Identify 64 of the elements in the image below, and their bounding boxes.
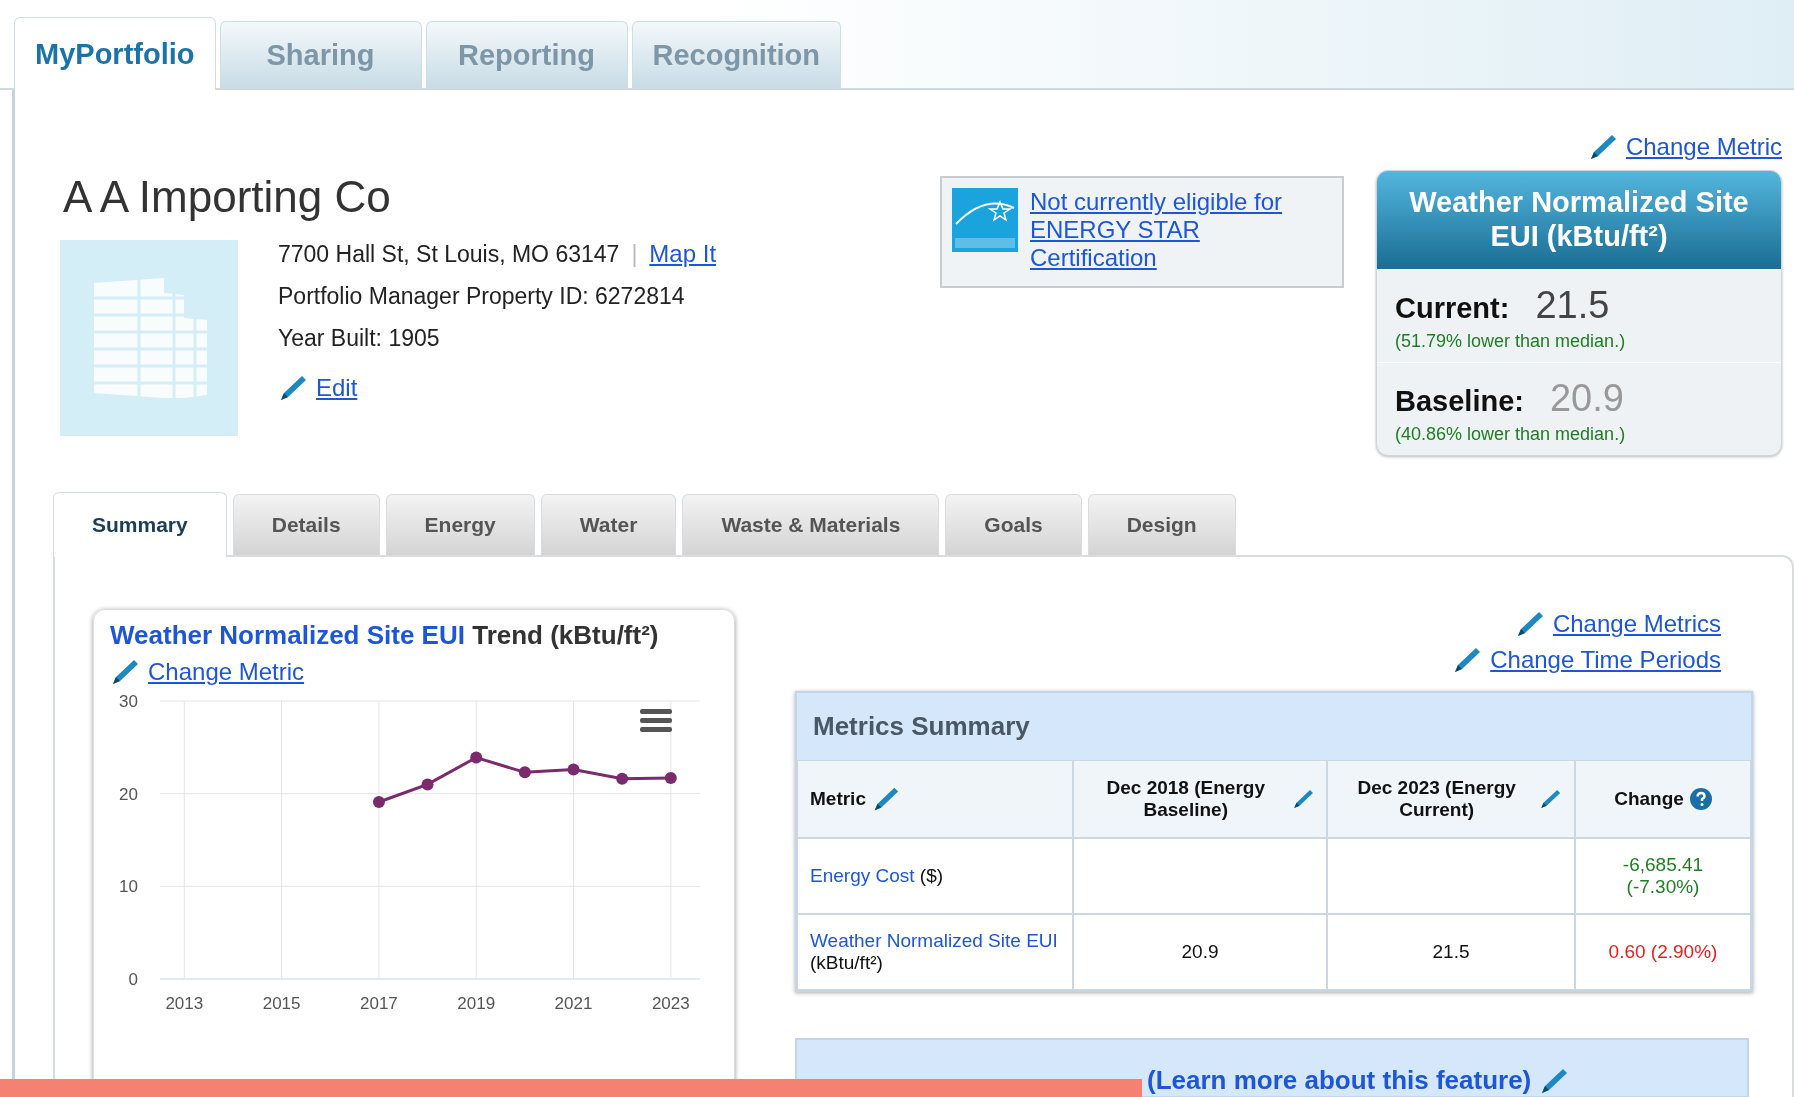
property-id-text: Portfolio Manager Property ID: 6272814	[278, 283, 686, 310]
change-link[interactable]: Change Time Periods	[1490, 646, 1721, 674]
baseline-value: 20.9	[1549, 377, 1624, 419]
address-text: 7700 Hall St, St Louis, MO 63147	[278, 241, 620, 267]
table-cell: Weather Normalized Site EUI (kBtu/ft²)	[797, 914, 1073, 990]
section-tab[interactable]: Water	[540, 494, 677, 555]
section-tab[interactable]: Energy	[385, 494, 535, 555]
table-title: Metrics Summary	[797, 693, 1751, 760]
pencil-icon	[1452, 645, 1483, 675]
column-header: Dec 2023 (Energy Current)	[1327, 760, 1575, 838]
pencil-icon	[1539, 1066, 1570, 1096]
property-name: A A Importing Co	[63, 172, 392, 222]
column-header: Metric	[797, 760, 1073, 838]
current-value: 21.5	[1535, 284, 1610, 326]
data-point	[664, 771, 677, 784]
data-point	[421, 778, 434, 791]
axis-label: 2019	[457, 994, 496, 1013]
map-link[interactable]: Map It	[649, 240, 717, 267]
data-point	[470, 751, 483, 764]
table-cell: 21.5	[1327, 914, 1575, 990]
help-icon[interactable]	[1689, 788, 1712, 810]
current-note: (51.79% lower than median.)	[1395, 331, 1627, 352]
panel-title: (Learn more about this feature)	[1147, 1065, 1532, 1096]
data-point	[372, 796, 385, 808]
section-tab[interactable]: Details	[232, 494, 380, 555]
table-cell: 0.60 (2.90%)	[1575, 914, 1751, 990]
change-metric-link[interactable]: Change Metric	[148, 658, 305, 686]
nav-tab[interactable]: MyPortfolio	[14, 17, 216, 90]
axis-label: 2017	[360, 994, 398, 1013]
section-tab[interactable]: Summary	[53, 492, 227, 557]
axis-label: 2023	[651, 994, 690, 1013]
year-built-text: Year Built: 1905	[278, 325, 441, 352]
separator: |	[631, 241, 638, 267]
menu-icon[interactable]	[640, 709, 672, 732]
baseline-note: (40.86% lower than median.)	[1395, 424, 1627, 445]
pencil-icon	[110, 657, 140, 687]
section-tab[interactable]: Design	[1087, 494, 1236, 555]
axis-label: 20	[119, 784, 138, 804]
section-tab[interactable]: Waste & Materials	[682, 494, 940, 555]
current-label: Current:	[1395, 292, 1510, 324]
pencil-icon	[278, 373, 308, 403]
section-tab[interactable]: Goals	[945, 494, 1082, 555]
axis-label: 10	[119, 877, 138, 897]
data-point	[518, 766, 531, 779]
axis-label: 0	[128, 970, 138, 989]
certification-link[interactable]: Not currently eligible for ENERGY STAR Certification	[1030, 188, 1300, 276]
baseline-label: Baseline:	[1395, 385, 1524, 417]
energy-star-logo	[952, 188, 1018, 252]
table-cell: Energy Cost ($)	[797, 838, 1073, 914]
table-cell: 20.9	[1073, 914, 1327, 990]
data-point	[567, 763, 580, 776]
column-header: Change	[1575, 760, 1751, 838]
change-metric-link[interactable]: Change Metric	[1625, 133, 1782, 161]
axis-label: 2013	[165, 994, 204, 1013]
axis-label: 2015	[262, 994, 301, 1013]
axis-label: 30	[119, 692, 138, 711]
table-cell: -6,685.41 (-7.30%)	[1575, 838, 1751, 914]
column-header: Dec 2018 (Energy Baseline)	[1073, 760, 1327, 838]
change-link[interactable]: Change Metrics	[1552, 610, 1721, 638]
data-point	[616, 772, 629, 785]
edit-link[interactable]: Edit	[316, 374, 358, 402]
chart-title: Weather Normalized Site EUI Trend (kBtu/ft²)	[110, 620, 660, 651]
axis-label: 2021	[554, 994, 593, 1013]
metric-card-title: Weather Normalized Site EUI (kBtu/ft²)	[1377, 171, 1781, 269]
